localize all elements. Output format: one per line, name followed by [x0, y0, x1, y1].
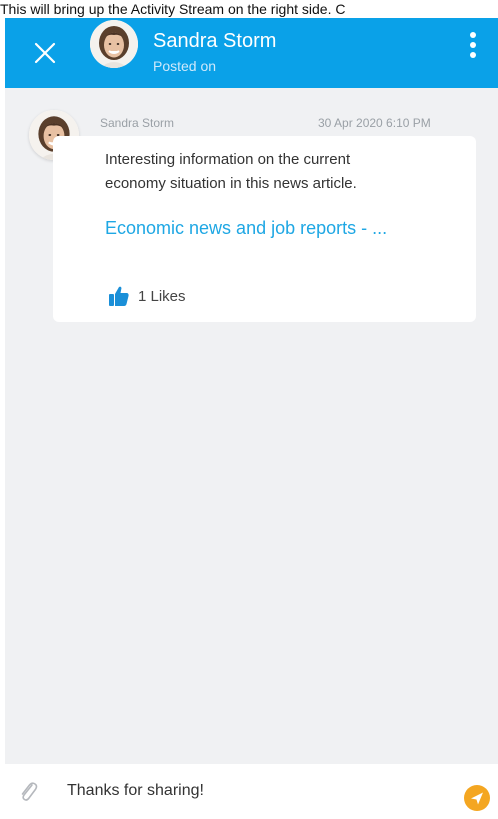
send-button[interactable] — [464, 785, 490, 811]
thumbs-up-icon — [109, 286, 129, 306]
post-timestamp: 30 Apr 2020 6:10 PM — [318, 116, 431, 130]
post-text: Interesting information on the current e… — [105, 151, 357, 192]
comment-input[interactable] — [67, 776, 447, 806]
page-caption: This will bring up the Activity Stream o… — [0, 1, 346, 17]
like-button[interactable]: 1 Likes — [108, 284, 186, 308]
activity-stream-panel: Sandra Storm Posted on Sandra Storm 30 A… — [5, 18, 498, 819]
post-author-name: Sandra Storm — [100, 116, 175, 130]
news-article-link[interactable]: Economic news and job reports - ... — [105, 218, 387, 239]
send-icon — [471, 792, 483, 805]
attachment-icon[interactable] — [17, 780, 39, 804]
post-card: Interesting information on the current e… — [53, 136, 476, 322]
comment-composer — [5, 764, 498, 819]
likes-count: 1 Likes — [138, 287, 186, 305]
close-icon[interactable] — [29, 37, 61, 69]
header-user-name: Sandra Storm — [153, 30, 277, 52]
more-vertical-icon[interactable] — [467, 32, 479, 66]
header-subtitle: Posted on — [153, 58, 217, 74]
header-bar: Sandra Storm Posted on — [5, 18, 498, 88]
header-avatar — [90, 20, 138, 68]
